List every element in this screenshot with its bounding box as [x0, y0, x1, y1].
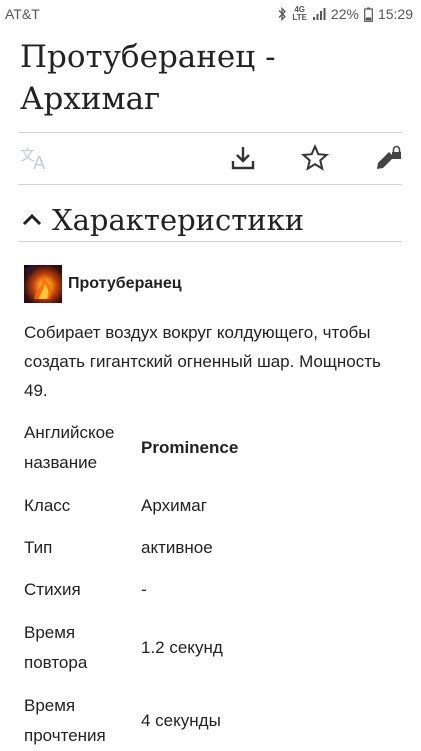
- property-label: Тип: [24, 538, 53, 557]
- status-icons: 4G LTE 22% 15:29: [277, 6, 413, 22]
- property-label: Английское название: [24, 423, 115, 472]
- property-label: Время повтора: [24, 623, 88, 672]
- status-bar: AT&T 4G LTE 22% 15:29: [0, 0, 421, 30]
- translate-icon[interactable]: 文 A: [18, 143, 52, 173]
- skill-header: Протуберанец: [24, 265, 182, 303]
- download-icon[interactable]: [228, 142, 258, 174]
- skill-icon: [24, 265, 62, 303]
- svg-text:A: A: [33, 153, 46, 171]
- property-value: 1.2 секунд: [141, 638, 223, 657]
- skill-name: Протуберанец: [68, 275, 182, 292]
- property-label: Класс: [24, 496, 71, 515]
- carrier-label: AT&T: [5, 6, 40, 22]
- network-type-icon: 4G LTE: [292, 6, 307, 22]
- battery-icon: [364, 7, 373, 22]
- bluetooth-icon: [277, 7, 287, 21]
- property-label: Время прочтения: [24, 696, 106, 745]
- signal-icon: [312, 7, 326, 21]
- property-value: -: [141, 580, 147, 599]
- property-label: Стихия: [24, 580, 81, 599]
- property-value: 4 секунды: [141, 711, 221, 730]
- star-icon[interactable]: [299, 142, 331, 174]
- property-value: Prominence: [141, 438, 239, 457]
- section-title: Характеристики: [52, 203, 305, 237]
- property-value: активное: [141, 538, 213, 557]
- clock: 15:29: [377, 6, 413, 22]
- title-divider: [18, 132, 402, 133]
- skill-description: Собирает воздух вокруг колдующего, чтобы…: [24, 323, 381, 400]
- edit-locked-icon[interactable]: [372, 142, 404, 174]
- toolbar-divider: [18, 184, 402, 185]
- property-value: Архимаг: [141, 496, 207, 515]
- chevron-up-icon[interactable]: [18, 206, 46, 234]
- section-divider: [18, 241, 402, 242]
- battery-percent: 22%: [330, 6, 359, 22]
- section-header[interactable]: Характеристики: [18, 200, 304, 240]
- network-sub-label: LTE: [292, 13, 307, 22]
- page-title: Протуберанец - Архимаг: [20, 39, 276, 117]
